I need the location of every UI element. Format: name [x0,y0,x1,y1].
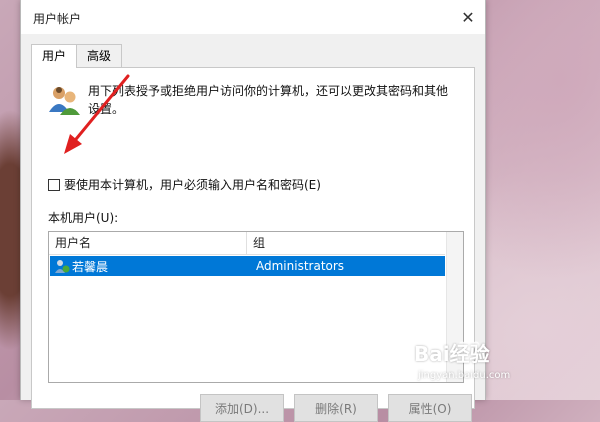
tab-strip: 用户 高级 [31,44,123,68]
user-account-icon [55,260,70,273]
table-row[interactable]: 若馨晨 Administrators [50,256,445,276]
tab-advanced[interactable]: 高级 [76,44,123,67]
watermark-logo: Bai经验 [414,342,490,366]
add-user-button[interactable]: 添加(D)... [200,394,284,422]
remove-user-button[interactable]: 删除(R) [294,394,378,422]
title-bar: 用户帐户 ✕ [21,0,485,34]
properties-button[interactable]: 属性(O) [388,394,472,422]
local-users-label: 本机用户(U): [48,211,119,225]
window-title: 用户帐户 [33,12,82,26]
user-group-cell: Administrators [256,259,345,273]
user-name-cell: 若馨晨 [72,259,109,274]
watermark: Bai经验 jingyan.baidu.com [410,334,560,394]
tab-users[interactable]: 用户 [31,44,78,68]
users-icon [49,87,80,115]
column-header-group[interactable]: 组 [247,232,445,254]
description-text: 用下列表授予或拒绝用户访问你的计算机，还可以更改其密码和其他设置。 [88,84,449,116]
list-header: 用户名 组 [49,232,445,255]
close-icon[interactable]: ✕ [457,6,479,28]
column-header-username[interactable]: 用户名 [49,232,247,254]
require-password-checkbox[interactable] [48,178,60,191]
users-tab-panel: 用下列表授予或拒绝用户访问你的计算机，还可以更改其密码和其他设置。 要使用本计算… [31,67,475,422]
local-users-list[interactable]: 用户名 组 若馨晨 Administrators [48,231,464,383]
watermark-url: jingyan.baidu.com [418,370,511,381]
require-password-row: 要使用本计算机，用户必须输入用户名和密码(E) [48,176,321,193]
require-password-label[interactable]: 要使用本计算机，用户必须输入用户名和密码(E) [64,176,321,193]
